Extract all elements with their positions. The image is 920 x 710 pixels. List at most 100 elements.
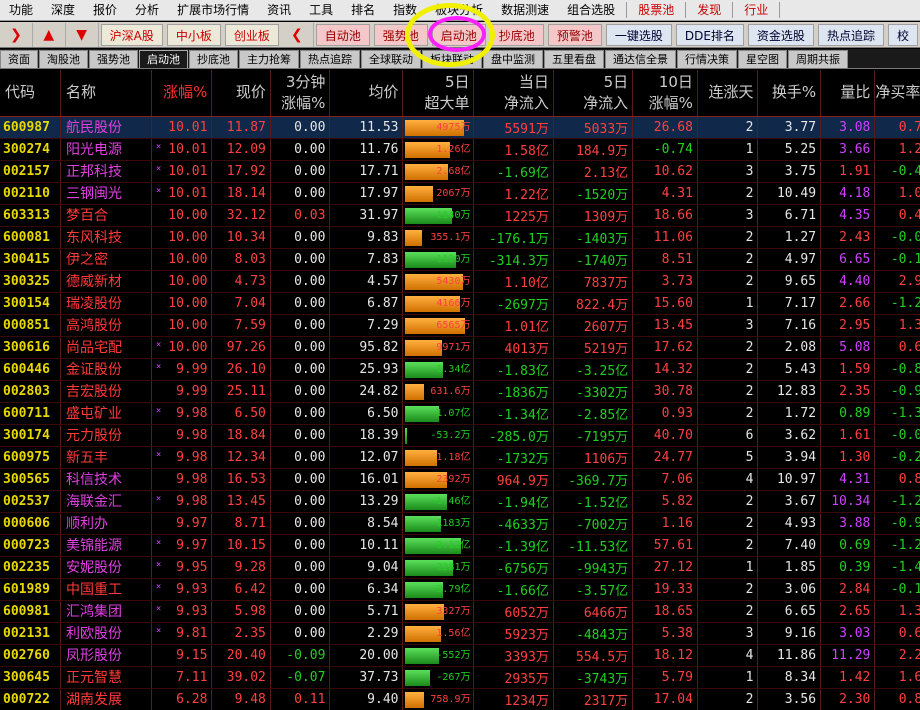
tool-button[interactable]: 资金选股 <box>747 23 814 46</box>
table-row[interactable]: 600987 航民股份 10.01 11.87 0.00 11.53 4975万 5591万 5… <box>0 116 920 139</box>
table-row[interactable]: 000606 顺利办 9.97 8.71 0.00 8.54 -1183万 -4633万 -70… <box>0 512 920 535</box>
super-order-value: -53.2万 <box>430 429 471 441</box>
up-arrow-icon[interactable]: ▲ <box>33 22 66 47</box>
table-row[interactable]: 002760 凤形股份 9.15 20.40 -0.09 20.00 -552万 3393万 5… <box>0 644 920 667</box>
menu-item[interactable]: 排名 <box>342 0 384 21</box>
table-row[interactable]: 300274 阳光电源 × 10.01 12.09 0.00 11.76 1.26亿 1.58亿… <box>0 138 920 161</box>
menu-item[interactable]: 扩展市场行情 <box>168 0 258 21</box>
pool-button[interactable]: 抄底池 <box>489 23 544 46</box>
table-row[interactable]: 300565 科信技术 9.98 16.53 0.00 16.01 2392万 964.9万 -… <box>0 468 920 491</box>
tab-3[interactable]: 启动池 <box>139 50 188 68</box>
column-header[interactable]: 3分钟 涨幅% <box>270 70 331 117</box>
table-row[interactable]: 300415 伊之密 10.00 8.03 0.00 7.83 -1120万 -314.3万 -… <box>0 248 920 271</box>
star-mark-icon: × <box>155 537 162 548</box>
table-row[interactable]: 002537 海联金汇 × 9.98 13.45 0.00 13.29 -1.46亿 -1.94… <box>0 490 920 513</box>
table-row[interactable]: 300616 尚品宅配 × 10.00 97.26 0.00 95.82 9971万 4013万… <box>0 336 920 359</box>
menu-item[interactable]: 资讯 <box>258 0 300 21</box>
change-3min: 0.00 <box>270 622 331 645</box>
column-header[interactable]: 5日 净流入 <box>553 70 634 117</box>
table-row[interactable]: 300174 元力股份 9.98 18.84 0.00 18.39 -53.2万 -285.0… <box>0 424 920 447</box>
change-pct: 10.00 <box>151 270 213 293</box>
column-header[interactable]: 当日 净流入 <box>473 70 554 117</box>
table-row[interactable]: 600711 盛屯矿业 × 9.98 6.50 0.00 6.50 -1.07亿 -1.34亿 -… <box>0 402 920 425</box>
table-row[interactable]: 300154 瑞凌股份 10.00 7.04 0.00 6.87 4166万 -2697万 82… <box>0 292 920 315</box>
tab-14[interactable]: 周期共振 <box>788 50 848 68</box>
menu-item[interactable]: 报价 <box>84 0 126 21</box>
tool-button[interactable]: 校 <box>887 23 918 46</box>
tab-1[interactable]: 淘股池 <box>39 50 88 68</box>
table-row[interactable]: 601989 中国重工 × 9.93 6.42 0.00 6.34 -3.79亿 -1.66亿 -… <box>0 578 920 601</box>
change-3min: 0.00 <box>270 314 331 337</box>
tab-4[interactable]: 抄底池 <box>189 50 238 68</box>
table-row[interactable]: 600446 金证股份 × 9.99 26.10 0.00 25.93 -1.34亿 -1.83… <box>0 358 920 381</box>
menu-item[interactable]: 股票池 <box>629 0 683 21</box>
table-row[interactable]: 000851 高鸿股份 10.00 7.59 0.00 7.29 6565万 1.01亿 260… <box>0 314 920 337</box>
column-header[interactable]: 10日 涨幅% <box>632 70 698 117</box>
tab-9[interactable]: 盘中监测 <box>483 50 543 68</box>
menu-item[interactable]: 数据测速 <box>492 0 558 21</box>
pool-button[interactable]: 强势池 <box>373 23 428 46</box>
table-row[interactable]: 002131 利欧股份 × 9.81 2.35 0.00 2.29 1.56亿 5923万 -48… <box>0 622 920 645</box>
table-row[interactable]: 002235 安妮股份 × 9.95 9.28 0.00 9.04 -2281万 -6756万 -… <box>0 556 920 579</box>
menu-item[interactable]: 行业 <box>735 0 777 21</box>
column-header[interactable]: 净买率% <box>874 70 920 117</box>
net-inflow-5d: -1520万 <box>553 182 634 205</box>
column-header[interactable]: 连涨天 <box>697 70 759 117</box>
net-buy-rate: -0.94 <box>874 380 920 403</box>
net-inflow-5d: 2607万 <box>553 314 634 337</box>
change-pct-value: 10.00 <box>168 251 208 267</box>
market-button[interactable]: 沪深A股 <box>100 23 163 46</box>
menu-item[interactable]: 指数 <box>384 0 426 21</box>
market-button[interactable]: 创业板 <box>224 23 279 46</box>
market-button[interactable]: 中小板 <box>166 23 221 46</box>
menu-item[interactable]: 板块分析 <box>426 0 492 21</box>
column-header[interactable]: 代码 <box>0 70 62 117</box>
pool-button[interactable]: 启动池 <box>431 23 486 46</box>
table-row[interactable]: 002803 吉宏股份 9.99 25.11 0.00 24.82 631.6万 -1836万… <box>0 380 920 403</box>
tab-13[interactable]: 星空图 <box>738 50 787 68</box>
column-header[interactable]: 名称 <box>60 70 152 117</box>
column-header[interactable]: 涨幅% <box>151 70 213 117</box>
column-header[interactable]: 均价 <box>329 70 404 117</box>
stock-table-container[interactable]: 代码 名称 涨幅% 现价 3分钟 涨幅% 均价 5日 超大单 当日 净流入 5日 净流入 10日 涨幅% 连涨… <box>0 70 920 710</box>
column-header[interactable]: 现价 <box>211 70 271 117</box>
column-header[interactable]: 换手% <box>757 70 822 117</box>
tab-0[interactable]: 资面 <box>0 50 38 68</box>
pool-button[interactable]: 预警池 <box>547 23 602 46</box>
pool-button[interactable]: 自动池 <box>315 23 370 46</box>
tab-7[interactable]: 全球联动 <box>361 50 421 68</box>
forward-arrow-icon[interactable]: ❯ <box>0 22 33 47</box>
menu-item[interactable]: 组合选股 <box>558 0 624 21</box>
table-row[interactable]: 000723 美锦能源 × 9.97 10.15 0.00 10.11 -9.12亿 -1.39… <box>0 534 920 557</box>
table-row[interactable]: 603313 梦百合 10.00 32.12 0.03 31.97 -1140万 1225万 1… <box>0 204 920 227</box>
tab-6[interactable]: 热点追踪 <box>300 50 360 68</box>
menu-item[interactable]: 深度 <box>42 0 84 21</box>
menu-item[interactable]: 工具 <box>300 0 342 21</box>
column-header[interactable]: 5日 超大单 <box>402 70 475 117</box>
menu-item[interactable]: 发现 <box>688 0 730 21</box>
table-row[interactable]: 000722 湖南发展 6.28 9.48 0.11 9.40 758.9万 1234万 231… <box>0 688 920 710</box>
table-row[interactable]: 600081 东风科技 10.00 10.34 0.00 9.83 355.1万 -176.1… <box>0 226 920 249</box>
back-arrow-icon[interactable]: ❮ <box>281 22 314 47</box>
column-header[interactable]: 量比 <box>820 70 876 117</box>
tool-button[interactable]: 热点追踪 <box>817 23 884 46</box>
table-row[interactable]: 600975 新五丰 × 9.98 12.34 0.00 12.07 1.18亿 -1732万 1… <box>0 446 920 469</box>
tool-button[interactable]: 一键选股 <box>605 23 672 46</box>
table-row[interactable]: 300325 德威新材 10.00 4.73 0.00 4.57 5430万 1.10亿 783… <box>0 270 920 293</box>
table-row[interactable]: 002157 正邦科技 × 10.01 17.92 0.00 17.71 2.68亿 -1.69… <box>0 160 920 183</box>
table-row[interactable]: 600981 汇鸿集团 × 9.93 5.98 0.00 5.71 3327万 6052万 646… <box>0 600 920 623</box>
menu-item[interactable]: 功能 <box>0 0 42 21</box>
table-row[interactable]: 300645 正元智慧 7.11 39.02 -0.07 37.73 -267万 2935万 -… <box>0 666 920 689</box>
tool-button[interactable]: DDE排名 <box>675 23 744 46</box>
stock-name: 阳光电源 <box>60 138 152 161</box>
tab-12[interactable]: 行情决策 <box>677 50 737 68</box>
tab-8[interactable]: 板块联动 <box>422 50 482 68</box>
table-row[interactable]: 002110 三钢闽光 × 10.01 18.14 0.00 17.97 2067万 1.22亿… <box>0 182 920 205</box>
tab-2[interactable]: 强势池 <box>89 50 138 68</box>
tab-11[interactable]: 通达信全景 <box>605 50 676 68</box>
net-inflow-today: 1.01亿 <box>473 314 554 337</box>
tab-10[interactable]: 五里看盘 <box>544 50 604 68</box>
tab-5[interactable]: 主力抢筹 <box>239 50 299 68</box>
menu-item[interactable]: 分析 <box>126 0 168 21</box>
down-arrow-icon[interactable]: ▼ <box>66 22 99 47</box>
